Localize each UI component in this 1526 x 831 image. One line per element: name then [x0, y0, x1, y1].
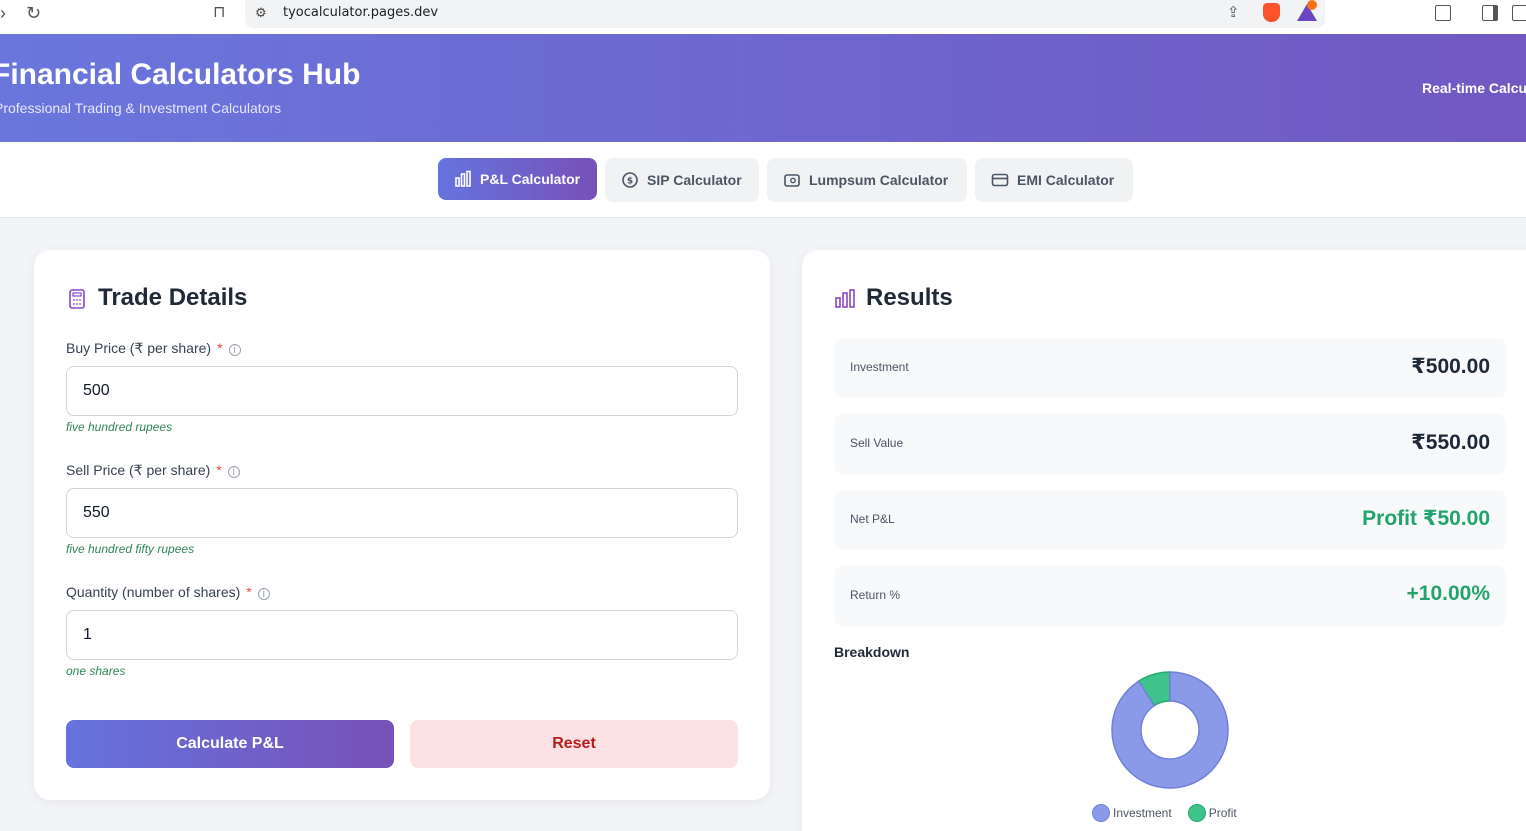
chart-legend: Investment Profit	[1092, 804, 1237, 822]
address-bar[interactable]: ⚙ tyocalculator.pages.dev ⇪	[245, 0, 1325, 28]
legend-label: Investment	[1113, 806, 1172, 820]
tab-label: Lumpsum Calculator	[809, 172, 949, 188]
page-title: Financial Calculators Hub	[0, 58, 361, 91]
legend-swatch	[1187, 804, 1206, 822]
screenshot-icon[interactable]	[1435, 5, 1451, 21]
site-settings-icon[interactable]: ⚙	[255, 5, 267, 21]
browser-toolbar: › ↻ ⊓ ⚙ tyocalculator.pages.dev ⇪	[0, 0, 1526, 34]
bar-chart-icon	[835, 289, 855, 308]
result-value: ₹500.00	[1411, 355, 1490, 378]
info-icon[interactable]: i	[257, 588, 270, 600]
dollar-circle-icon: $	[622, 172, 638, 188]
bar-chart-icon	[455, 170, 471, 187]
realtime-badge: Real-time Calculations	[1422, 80, 1526, 96]
calculate-pnl-button[interactable]: Calculate P&L	[66, 720, 394, 768]
wallet-icon	[784, 174, 800, 187]
tab-lumpsum-calculator[interactable]: Lumpsum Calculator	[767, 158, 967, 202]
results-card: Results Investment ₹500.00 Sell Value ₹5…	[802, 250, 1526, 831]
tab-pnl-calculator[interactable]: P&L Calculator	[438, 158, 597, 200]
result-label: Net P&L	[850, 512, 895, 526]
result-label: Sell Value	[850, 436, 904, 450]
tab-sip-calculator[interactable]: $ SIP Calculator	[605, 158, 759, 202]
legend-item-profit[interactable]: Profit	[1187, 804, 1237, 822]
info-icon[interactable]: i	[227, 466, 240, 478]
required-mark: *	[246, 584, 252, 600]
sell-price-label-text: Sell Price (₹ per share)	[66, 462, 211, 478]
results-title: Results	[866, 284, 953, 311]
tab-label: P&L Calculator	[480, 171, 581, 187]
pie-slice-investment[interactable]	[1111, 671, 1229, 789]
result-value: +10.00%	[1406, 582, 1491, 605]
calculator-icon	[69, 289, 85, 309]
page-header: Financial Calculators Hub Professional T…	[0, 34, 1526, 142]
result-value: Profit ₹50.00	[1362, 507, 1490, 530]
page-subtitle: Professional Trading & Investment Calcul…	[0, 100, 282, 116]
brave-shields-icon[interactable]	[1263, 3, 1280, 22]
result-return-percent: Return % +10.00%	[834, 566, 1506, 626]
sell-price-label: Sell Price (₹ per share) * i	[66, 462, 240, 479]
buy-price-input[interactable]	[66, 366, 738, 416]
forward-icon[interactable]: ›	[0, 4, 6, 22]
buy-price-label: Buy Price (₹ per share) * i	[66, 340, 241, 357]
card-icon	[991, 173, 1009, 187]
result-label: Investment	[850, 360, 909, 374]
buy-price-label-text: Buy Price (₹ per share)	[66, 340, 212, 356]
reset-button[interactable]: Reset	[410, 720, 738, 768]
reload-icon[interactable]: ↻	[26, 4, 41, 22]
tab-label: EMI Calculator	[1017, 172, 1115, 188]
bookmark-icon[interactable]: ⊓	[213, 4, 225, 22]
quantity-label: Quantity (number of shares) * i	[66, 584, 270, 600]
result-sell-value: Sell Value ₹550.00	[834, 414, 1506, 474]
quantity-label-text: Quantity (number of shares)	[66, 584, 241, 600]
calculator-tabs: P&L Calculator $ SIP Calculator Lumpsum …	[0, 142, 1526, 218]
result-net-pnl: Net P&L Profit ₹50.00	[834, 490, 1506, 550]
trade-details-title: Trade Details	[98, 284, 248, 311]
sidebar-icon[interactable]	[1482, 5, 1498, 21]
buy-price-hint: five hundred rupees	[66, 420, 173, 434]
legend-label: Profit	[1208, 806, 1237, 820]
result-label: Return %	[850, 588, 901, 602]
result-investment: Investment ₹500.00	[834, 338, 1506, 398]
breakdown-title: Breakdown	[834, 644, 910, 660]
tab-emi-calculator[interactable]: EMI Calculator	[975, 158, 1133, 202]
url-text[interactable]: tyocalculator.pages.dev	[283, 5, 438, 20]
legend-item-investment[interactable]: Investment	[1092, 804, 1172, 822]
quantity-input[interactable]	[66, 610, 738, 660]
quantity-hint: one shares	[66, 664, 126, 678]
breakdown-donut-chart	[1111, 671, 1229, 789]
sell-price-hint: five hundred fifty rupees	[66, 542, 195, 556]
result-value: ₹550.00	[1411, 431, 1490, 454]
required-mark: *	[217, 340, 223, 356]
share-icon[interactable]: ⇪	[1227, 3, 1240, 21]
required-mark: *	[216, 462, 222, 478]
trade-details-card: Trade Details Buy Price (₹ per share) * i …	[34, 250, 770, 800]
legend-swatch	[1092, 804, 1110, 822]
wallet-icon[interactable]	[1512, 5, 1526, 21]
rewards-badge	[1307, 0, 1317, 10]
svg-text:$: $	[627, 177, 633, 187]
info-icon[interactable]: i	[228, 344, 241, 356]
sell-price-input[interactable]	[66, 488, 738, 538]
tab-label: SIP Calculator	[647, 172, 742, 188]
